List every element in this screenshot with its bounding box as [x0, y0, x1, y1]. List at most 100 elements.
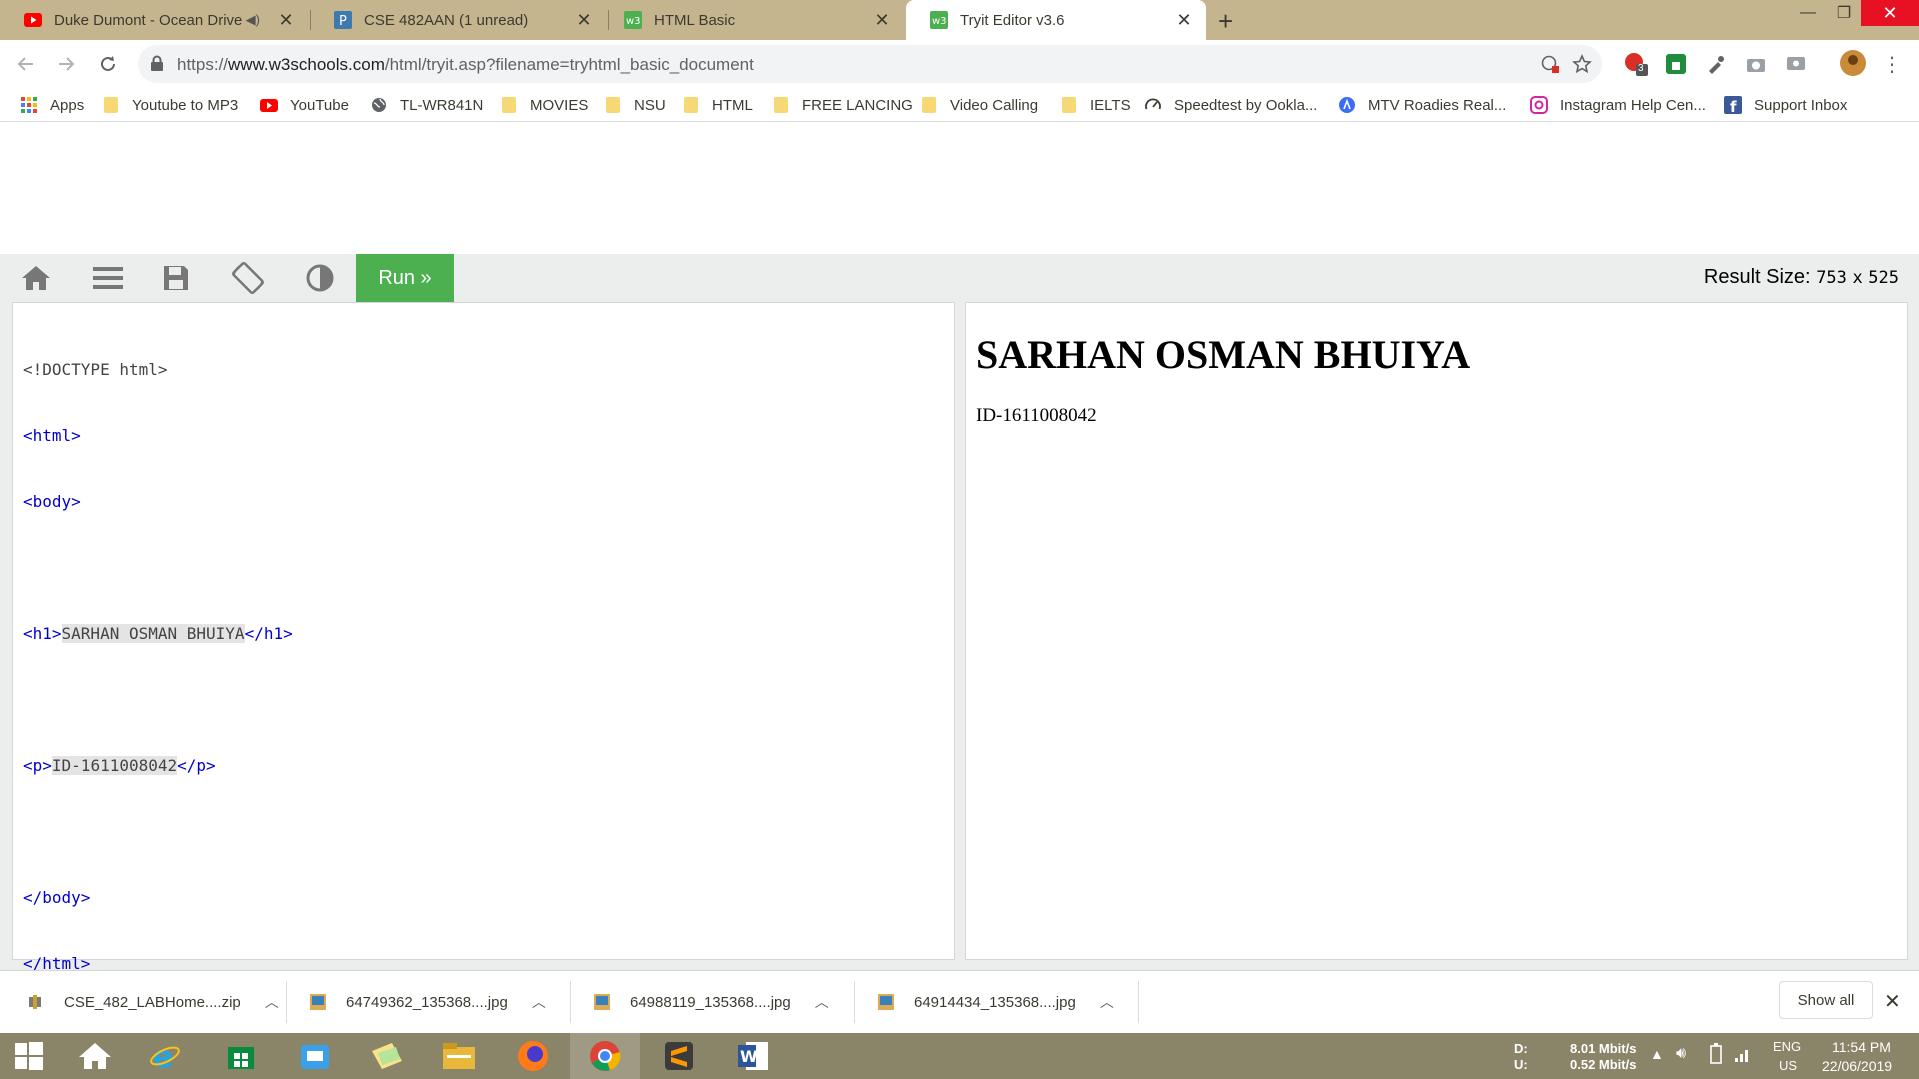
chevron-up-icon[interactable]: ▲ [1650, 1046, 1664, 1062]
tab-html-basic[interactable]: w3 HTML Basic ✕ [600, 0, 904, 40]
adblock-icon[interactable]: 3 [1624, 52, 1648, 76]
volume-icon[interactable]: 🔊︎ [1676, 1045, 1686, 1063]
rotate-layout-button[interactable] [220, 254, 276, 302]
chevron-up-icon[interactable]: ︿ [1100, 992, 1114, 1012]
bookmark-label: NSU [634, 96, 666, 114]
internet-explorer-icon[interactable]: e [130, 1033, 200, 1079]
download-item[interactable]: 64988119_135368....jpg ︿ [592, 981, 829, 1023]
eyedropper-icon[interactable] [1704, 52, 1728, 76]
tab-title: HTML Basic [654, 11, 736, 29]
net-up-speed: 0.52 Mbit/s [1570, 1057, 1637, 1072]
store-icon[interactable] [206, 1033, 276, 1079]
bookmark-video-calling[interactable]: Video Calling [920, 88, 1038, 122]
bookmark-free-lancing[interactable]: FREE LANCING [772, 88, 913, 122]
tab-close-icon[interactable]: ✕ [274, 10, 298, 31]
language-indicator[interactable]: ENG [1773, 1039, 1801, 1054]
save-disk-icon [164, 266, 188, 290]
chrome-icon[interactable] [570, 1033, 640, 1079]
tab-piazza[interactable]: P CSE 482AAN (1 unread) ✕ [310, 0, 606, 40]
firefox-icon[interactable] [498, 1033, 568, 1079]
tab-tryit-editor[interactable]: w3 Tryit Editor v3.6 ✕ [906, 0, 1206, 40]
tab-close-icon[interactable]: ✕ [1172, 10, 1196, 31]
minimize-button[interactable]: — [1790, 0, 1826, 26]
theme-toggle-button[interactable] [292, 254, 348, 302]
bookmark-movies[interactable]: MOVIES [500, 88, 588, 122]
close-icon[interactable]: ✕ [1884, 989, 1901, 1014]
battery-icon[interactable] [1708, 1043, 1724, 1068]
sticky-notes-icon[interactable] [352, 1033, 422, 1079]
result-height: 525 [1868, 268, 1899, 288]
code-line: </body> [23, 887, 293, 909]
file-explorer-icon[interactable] [424, 1033, 494, 1079]
bookmark-support-inbox[interactable]: f Support Inbox [1724, 88, 1847, 122]
bookmark-tl-wr841n[interactable]: TL-WR841N [370, 88, 483, 122]
new-tab-button[interactable]: + [1218, 6, 1233, 37]
code-text[interactable]: <!DOCTYPE html> <html> <body> <h1>SARHAN… [23, 315, 293, 1019]
bookmark-star-icon[interactable] [1570, 52, 1594, 76]
windows-start-icon[interactable] [0, 1033, 58, 1079]
speaker-icon[interactable]: ◀) [246, 12, 260, 28]
bookmark-mtv-roadies[interactable]: MTV Roadies Real... [1338, 88, 1506, 122]
globe-icon [370, 96, 388, 114]
result-frame[interactable]: SARHAN OSMAN BHUIYA ID-1611008042 [965, 302, 1908, 960]
mail-icon[interactable] [280, 1033, 350, 1079]
bookmark-label: MOVIES [530, 96, 589, 114]
bookmark-apps[interactable]: Apps [20, 88, 84, 122]
sublime-text-icon[interactable] [644, 1033, 714, 1079]
menu-kebab-icon[interactable]: ⋮ [1880, 52, 1904, 76]
download-shelf: CSE_482_LABHome....zip ︿ 64749362_135368… [0, 970, 1919, 1033]
word-icon[interactable]: W [718, 1033, 788, 1079]
bookmark-ielts[interactable]: IELTS [1060, 88, 1131, 122]
bookmark-instagram-help[interactable]: Instagram Help Cen... [1530, 88, 1706, 122]
chevron-up-icon[interactable]: ︿ [532, 992, 546, 1012]
tab-youtube[interactable]: Duke Dumont - Ocean Drive ◀) ✕ [0, 0, 308, 40]
bookmark-youtube-to-mp3[interactable]: Youtube to MP3 [102, 88, 238, 122]
bookmark-speedtest[interactable]: Speedtest by Ookla... [1144, 88, 1317, 122]
forward-button[interactable] [50, 48, 82, 80]
folder-icon [920, 96, 938, 114]
code-tag: <body> [23, 492, 81, 511]
url-bar[interactable]: https://www.w3schools.com/html/tryit.asp… [138, 45, 1602, 83]
run-button[interactable]: Run » [356, 254, 454, 302]
code-tag: <html> [23, 426, 81, 445]
download-divider [1138, 981, 1139, 1023]
download-item[interactable]: CSE_482_LABHome....zip ︿ [26, 981, 279, 1023]
home-icon[interactable] [60, 1033, 130, 1079]
restore-button[interactable]: ❐ [1826, 0, 1862, 26]
show-all-button[interactable]: Show all [1779, 981, 1873, 1019]
bookmark-nsu[interactable]: NSU [604, 88, 666, 122]
reload-button[interactable] [92, 48, 124, 80]
tab-close-icon[interactable]: ✕ [870, 10, 894, 31]
green-extension-icon[interactable] [1664, 52, 1688, 76]
menu-button[interactable] [80, 254, 136, 302]
lock-icon[interactable] [150, 55, 164, 77]
tab-close-icon[interactable]: ✕ [572, 10, 596, 31]
clock-date[interactable]: 22/06/2019 [1822, 1058, 1892, 1074]
download-item[interactable]: 64749362_135368....jpg ︿ [308, 981, 546, 1023]
back-button[interactable] [10, 48, 42, 80]
download-item[interactable]: 64914434_135368....jpg ︿ [876, 981, 1114, 1023]
code-line: <h1>SARHAN OSMAN BHUIYA</h1> [23, 623, 293, 645]
bookmark-html[interactable]: HTML [682, 88, 753, 122]
youtube-icon [260, 96, 278, 114]
signal-icon[interactable] [1734, 1045, 1752, 1066]
save-button[interactable] [148, 254, 204, 302]
facebook-icon: f [1724, 96, 1742, 114]
translate-icon[interactable] [1538, 52, 1562, 76]
chevron-up-icon[interactable]: ︿ [265, 992, 279, 1012]
download-divider [570, 981, 571, 1023]
chevron-up-icon[interactable]: ︿ [815, 992, 829, 1012]
avatar[interactable] [1840, 50, 1866, 76]
window-close-button[interactable]: ✕ [1861, 0, 1919, 26]
bookmark-label: IELTS [1090, 96, 1131, 114]
home-button[interactable] [8, 254, 64, 302]
code-editor[interactable]: <!DOCTYPE html> <html> <body> <h1>SARHAN… [12, 302, 955, 973]
camera-icon[interactable] [1744, 52, 1768, 76]
clock-time[interactable]: 11:54 PM [1832, 1039, 1891, 1055]
bookmark-youtube[interactable]: YouTube [260, 88, 349, 122]
bookmark-label: Video Calling [950, 96, 1039, 114]
region-indicator[interactable]: US [1779, 1058, 1797, 1073]
screen-recorder-icon[interactable] [1784, 52, 1808, 76]
